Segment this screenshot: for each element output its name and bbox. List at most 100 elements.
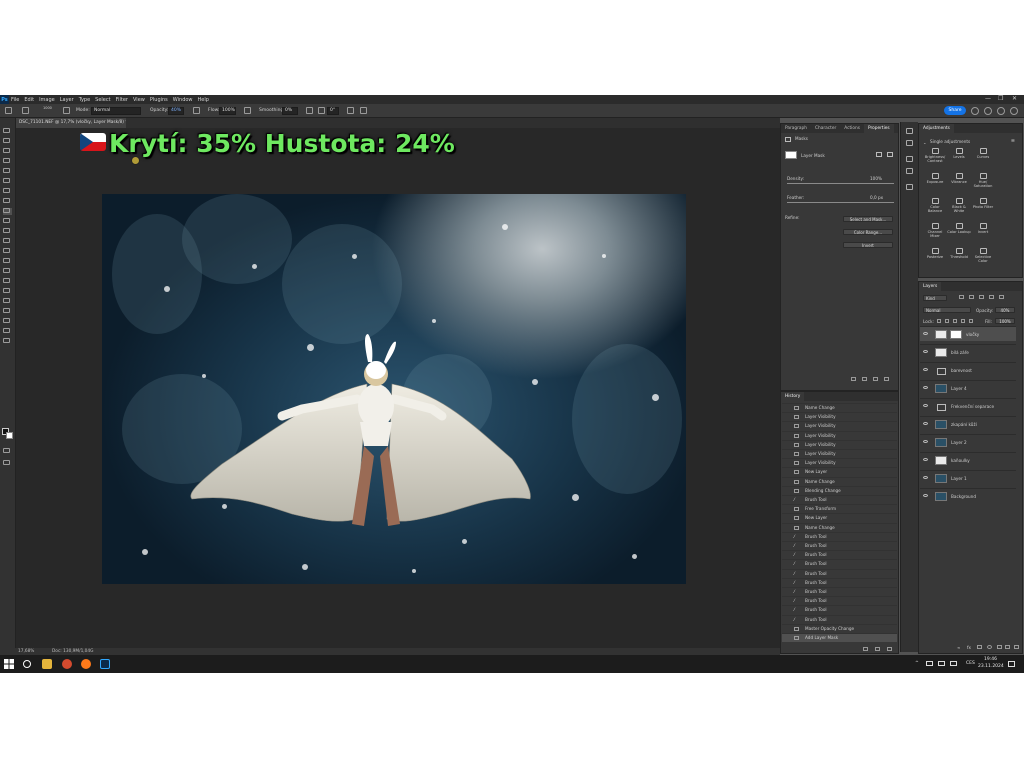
tray-chevron-icon[interactable]: ^ [915,661,919,666]
layer-row[interactable]: bílá záře [920,344,1016,359]
adjustment-channel-mixer[interactable]: Channel Mixer [923,223,947,238]
workspace-icon[interactable] [1010,107,1018,115]
blend-mode-select[interactable]: Normal [923,307,971,313]
eraser-tool-icon[interactable] [3,238,12,245]
cloud-icon[interactable] [984,107,992,115]
photoshop-taskbar-icon[interactable] [100,659,110,669]
fill-input[interactable]: 100% [995,318,1015,324]
filter-kind-select[interactable]: Kind [923,295,947,301]
menu-window[interactable]: Window [173,97,193,103]
adjustment-threshold[interactable]: Threshold [947,248,971,259]
filter-smart-object-icon[interactable] [999,295,1004,299]
history-item[interactable]: Name Change [782,476,897,486]
select-and-mask-button[interactable]: Select and Mask... [843,216,893,222]
tab-paragraph[interactable]: Paragraph [781,124,811,133]
delete-mask-icon[interactable] [884,377,889,381]
network-icon[interactable] [926,661,933,666]
layer-row[interactable]: kaňoulky [920,452,1016,467]
trash-icon[interactable] [887,647,892,651]
tab-actions[interactable]: Actions [840,124,864,133]
move-tool-icon[interactable] [3,128,12,135]
history-item[interactable]: ⁄ Brush Tool [782,587,897,596]
history-item[interactable]: Master Opacity Change [782,623,897,633]
history-item[interactable]: ⁄ Brush Tool [782,541,897,550]
layer-row[interactable]: Background [920,488,1016,503]
menu-filter[interactable]: Filter [116,97,128,103]
eye-icon[interactable] [923,458,928,461]
close-icon[interactable]: ✕ [1012,95,1017,102]
layer-mask-thumbnail[interactable] [950,330,962,339]
swatches-icon[interactable] [906,168,913,174]
lock-pixels-icon[interactable] [945,319,949,323]
app-icon[interactable] [62,659,72,669]
history-item[interactable]: ⁄ Brush Tool [782,550,897,559]
clock-time[interactable]: 19:46 [984,657,997,662]
filter-pixel-icon[interactable] [959,295,964,299]
layer-row[interactable]: zkapání kůží [920,416,1016,431]
document-info[interactable]: Doc: 130,9M/1,04G [52,648,93,655]
angle-input[interactable]: 0° [327,107,339,115]
menu-layer[interactable]: Layer [60,97,74,103]
zoom-level[interactable]: 17,68% [18,648,34,655]
screen-mode-icon[interactable] [3,460,12,467]
adjustment-invert[interactable]: Invert [971,223,995,234]
eye-icon[interactable] [923,494,928,497]
tab-history[interactable]: History [781,392,805,401]
feather-value[interactable]: 0,0 px [870,195,883,200]
new-layer-icon[interactable] [1005,645,1010,649]
menu-view[interactable]: View [133,97,145,103]
pixel-mask-icon[interactable] [785,137,791,142]
history-icon[interactable] [906,184,913,190]
menu-select[interactable]: Select [95,97,110,103]
lock-all-icon[interactable] [969,319,973,323]
opacity-input[interactable]: 40% [168,107,184,115]
density-value[interactable]: 100% [870,176,882,181]
lasso-tool-icon[interactable] [3,148,12,155]
menu-file[interactable]: File [11,97,19,103]
invert-button[interactable]: Invert [843,242,893,248]
edit-toolbar-icon[interactable] [3,338,12,345]
document-tab[interactable]: DSC_71101.NEF @ 17,7% (vločky, Layer Mas… [16,118,126,128]
maximize-icon[interactable]: ❐ [998,95,1003,102]
history-item[interactable]: Layer Visibility [782,430,897,440]
bell-icon[interactable] [971,107,979,115]
color-range-button[interactable]: Color Range... [843,229,893,235]
adjustment-color-balance[interactable]: Color Balance [923,198,947,213]
share-button[interactable]: Share [944,106,966,115]
history-item[interactable]: Name Change [782,403,897,412]
canvas-area[interactable]: Krytí: 35% Hustota: 24% [16,128,780,648]
home-icon[interactable] [5,107,12,114]
eye-icon[interactable] [923,476,928,479]
eye-icon[interactable] [923,350,928,353]
adjustment-exposure[interactable]: Exposure [923,173,947,184]
new-group-icon[interactable] [997,645,1002,649]
layer-row[interactable]: barevnost [920,362,1016,377]
adjustment-posterize[interactable]: Posterize [923,248,947,259]
brush-size-value[interactable]: 1000 [43,106,52,110]
layer-row[interactable]: Layer 1 [920,470,1016,485]
tab-adjustments[interactable]: Adjustments [919,124,954,133]
adjustment-color-lookup[interactable]: Color Lookup [947,223,971,234]
lock-artboard-icon[interactable] [961,319,965,323]
lock-transparent-icon[interactable] [937,319,941,323]
history-item[interactable]: Name Change [782,522,897,532]
delete-layer-icon[interactable] [1014,645,1019,649]
volume-icon[interactable] [938,661,945,666]
history-item[interactable]: ⁄ Brush Tool [782,531,897,541]
apply-mask-icon[interactable] [862,377,867,381]
eye-icon[interactable] [923,386,928,389]
brush-settings-icon[interactable] [63,107,70,114]
history-item[interactable]: ⁄ Brush Tool [782,559,897,568]
layer-row[interactable]: Frekvenční separace [920,398,1016,413]
vector-mask-button-icon[interactable] [887,152,893,157]
add-mask-icon[interactable] [977,645,982,649]
mode-select[interactable]: Normal [91,107,141,115]
history-item[interactable]: Layer Visibility [782,449,897,458]
menu-type[interactable]: Type [79,97,90,103]
blur-tool-icon[interactable] [3,258,12,265]
list-view-icon[interactable]: ☰ [1011,138,1015,143]
angle-icon[interactable] [318,107,325,114]
language-indicator[interactable]: CES [966,661,975,666]
lock-position-icon[interactable] [953,319,957,323]
history-item[interactable]: Blending Change [782,485,897,495]
